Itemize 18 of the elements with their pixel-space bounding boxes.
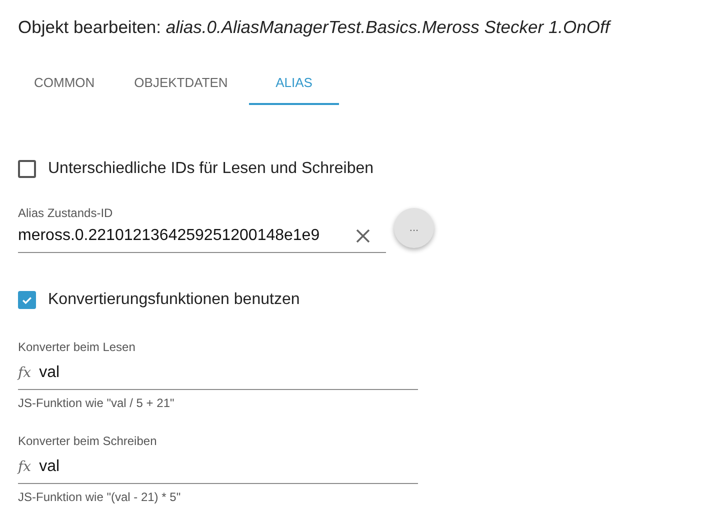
field-label: Konverter beim Schreiben <box>18 434 158 448</box>
helper-text: JS-Funktion wie "(val - 21) * 5" <box>18 490 182 504</box>
checkbox-label: Konvertierungsfunktionen benutzen <box>48 291 300 309</box>
checkbox[interactable] <box>18 291 36 309</box>
tab[interactable]: OBJEKTDATEN <box>114 65 248 105</box>
input-field[interactable]: meross.0.2210121364259251200148e1e9 <box>18 220 386 253</box>
close-icon[interactable] <box>356 229 370 243</box>
tab[interactable]: ALIAS <box>249 65 339 105</box>
field-label: Alias Zustands-ID <box>18 206 114 220</box>
field-label: Konverter beim Lesen <box>18 340 136 354</box>
dialog-title: Objekt bearbeiten: alias.0.AliasManagerTest.Basics.Meross Stecker 1.OnOff <box>18 17 612 39</box>
tab[interactable]: COMMON <box>18 65 114 105</box>
checkbox-label: Unterschiedliche IDs für Lesen und Schreiben <box>48 160 374 178</box>
input-field[interactable]: fx val <box>18 357 418 390</box>
checkbox[interactable] <box>18 160 36 178</box>
browse-button[interactable]: ... <box>394 208 434 248</box>
helper-text: JS-Funktion wie "val / 5 + 21" <box>18 396 176 410</box>
input-field[interactable]: fx val <box>18 451 418 484</box>
